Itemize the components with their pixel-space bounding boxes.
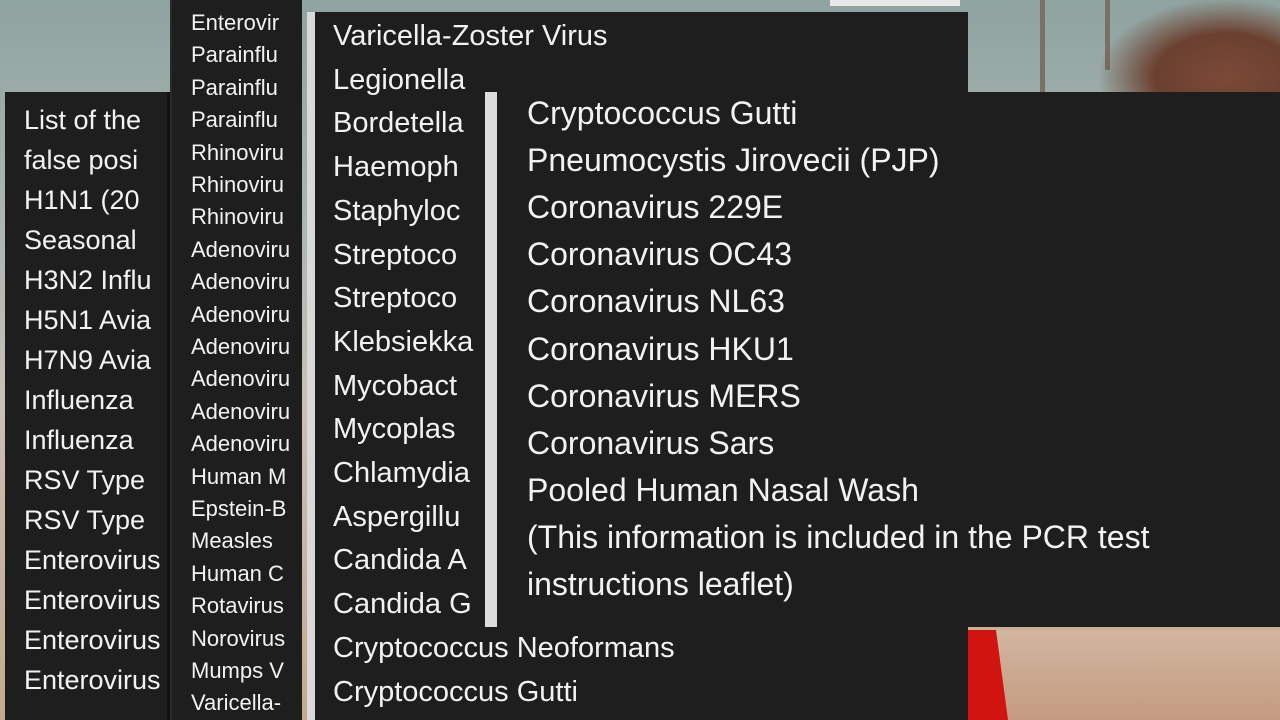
caption-line: Enterovir <box>191 10 280 35</box>
caption-line: Human C <box>191 560 284 586</box>
caption-line: Enterovirus <box>24 545 161 575</box>
caption-line: Parainflu <box>191 74 278 100</box>
caption-line: instructions leaflet) <box>527 566 794 602</box>
utility-pole <box>1040 0 1045 95</box>
caption-line: Adenoviru <box>191 366 291 392</box>
caption-line: Bordetella <box>333 107 464 140</box>
caption-panel-second: Enterovir Parainflu Parainflu Parainflu Rhin… <box>170 0 302 720</box>
caption-line: Pneumocystis Jirovecii (PJP) <box>527 142 940 179</box>
caption-line: Coronavirus 229E <box>527 189 784 226</box>
caption-line: Adenoviru <box>191 301 291 327</box>
caption-line: Rhinoviru <box>191 204 284 230</box>
caption-line: (This information is included in the PCR… <box>527 518 1150 555</box>
caption-line: Adenoviru <box>191 431 291 457</box>
caption-line: RSV Type <box>24 505 146 535</box>
caption-line: Adenoviru <box>191 334 291 359</box>
caption-line: Coronavirus Sars <box>527 424 775 461</box>
caption-line: Influenza <box>24 425 134 455</box>
caption-line: Rhinoviru <box>191 139 284 165</box>
caption-panel-left: List of the false posi H1N1 (20 Seasonal H3N… <box>5 92 173 720</box>
caption-line: Pooled Human Nasal Wash <box>527 471 919 508</box>
caption-line: Candida A <box>333 544 467 577</box>
caption-line: Coronavirus MERS <box>527 377 801 414</box>
caption-line: Klebsiekka <box>333 325 474 358</box>
caption-line: Enterovirus <box>24 625 161 655</box>
caption-line: Measles <box>191 528 273 554</box>
caption-line: Adenoviru <box>191 236 291 262</box>
caption-line: Streptoco <box>333 282 458 315</box>
caption-line: List of the <box>24 105 142 135</box>
caption-line: Candida G <box>333 588 472 621</box>
caption-line: Haemoph <box>333 151 459 184</box>
caption-line: Chlamydia <box>333 457 470 489</box>
caption-line: H1N1 (20 <box>24 185 140 215</box>
caption-line: false posi <box>24 145 139 175</box>
caption-line: Cryptococcus Gutti <box>333 675 578 708</box>
caption-line: Rhinoviru <box>191 172 284 197</box>
caption-line: Parainflu <box>191 42 278 68</box>
caption-line: Varicella- <box>191 690 282 716</box>
caption-line: Legionella <box>333 63 466 96</box>
caption-panel-front: Cryptococcus Gutti Pneumocystis Jirovecii… <box>485 92 1280 627</box>
caption-line: Seasonal <box>24 225 137 255</box>
caption-line: Enterovirus <box>24 585 161 615</box>
caption-line: Coronavirus OC43 <box>527 236 792 273</box>
caption-line: H3N2 Influ <box>24 265 152 295</box>
caption-line: Cryptococcus Gutti <box>527 95 798 131</box>
caption-line: Cryptococcus Neoformans <box>333 631 675 664</box>
caption-line: Influenza <box>24 385 134 415</box>
caption-line: Adenoviru <box>191 398 291 424</box>
caption-line: Coronavirus HKU1 <box>527 330 794 367</box>
caption-line: Enterovirus <box>24 665 161 695</box>
caption-line: H7N9 Avia <box>24 345 152 375</box>
light-strip <box>830 0 960 6</box>
caption-line: Rotavirus <box>191 593 284 619</box>
caption-line: Varicella-Zoster Virus <box>333 20 608 52</box>
caption-line: Norovirus <box>191 625 286 651</box>
caption-line: Mycobact <box>333 369 458 402</box>
caption-line: Coronavirus NL63 <box>527 283 785 320</box>
caption-line: Mumps V <box>191 658 284 683</box>
caption-line: H5N1 Avia <box>24 305 152 335</box>
caption-line: Adenoviru <box>191 269 291 295</box>
caption-line: Human M <box>191 463 287 489</box>
caption-line: Staphyloc <box>333 194 461 227</box>
caption-line: Streptoco <box>333 238 458 271</box>
caption-line: Parainflu <box>191 107 278 133</box>
caption-line: Epstein-B <box>191 496 287 521</box>
caption-line: RSV Type <box>24 465 146 495</box>
caption-line: Aspergillu <box>333 500 461 533</box>
caption-line: Mycoplas <box>333 413 456 446</box>
